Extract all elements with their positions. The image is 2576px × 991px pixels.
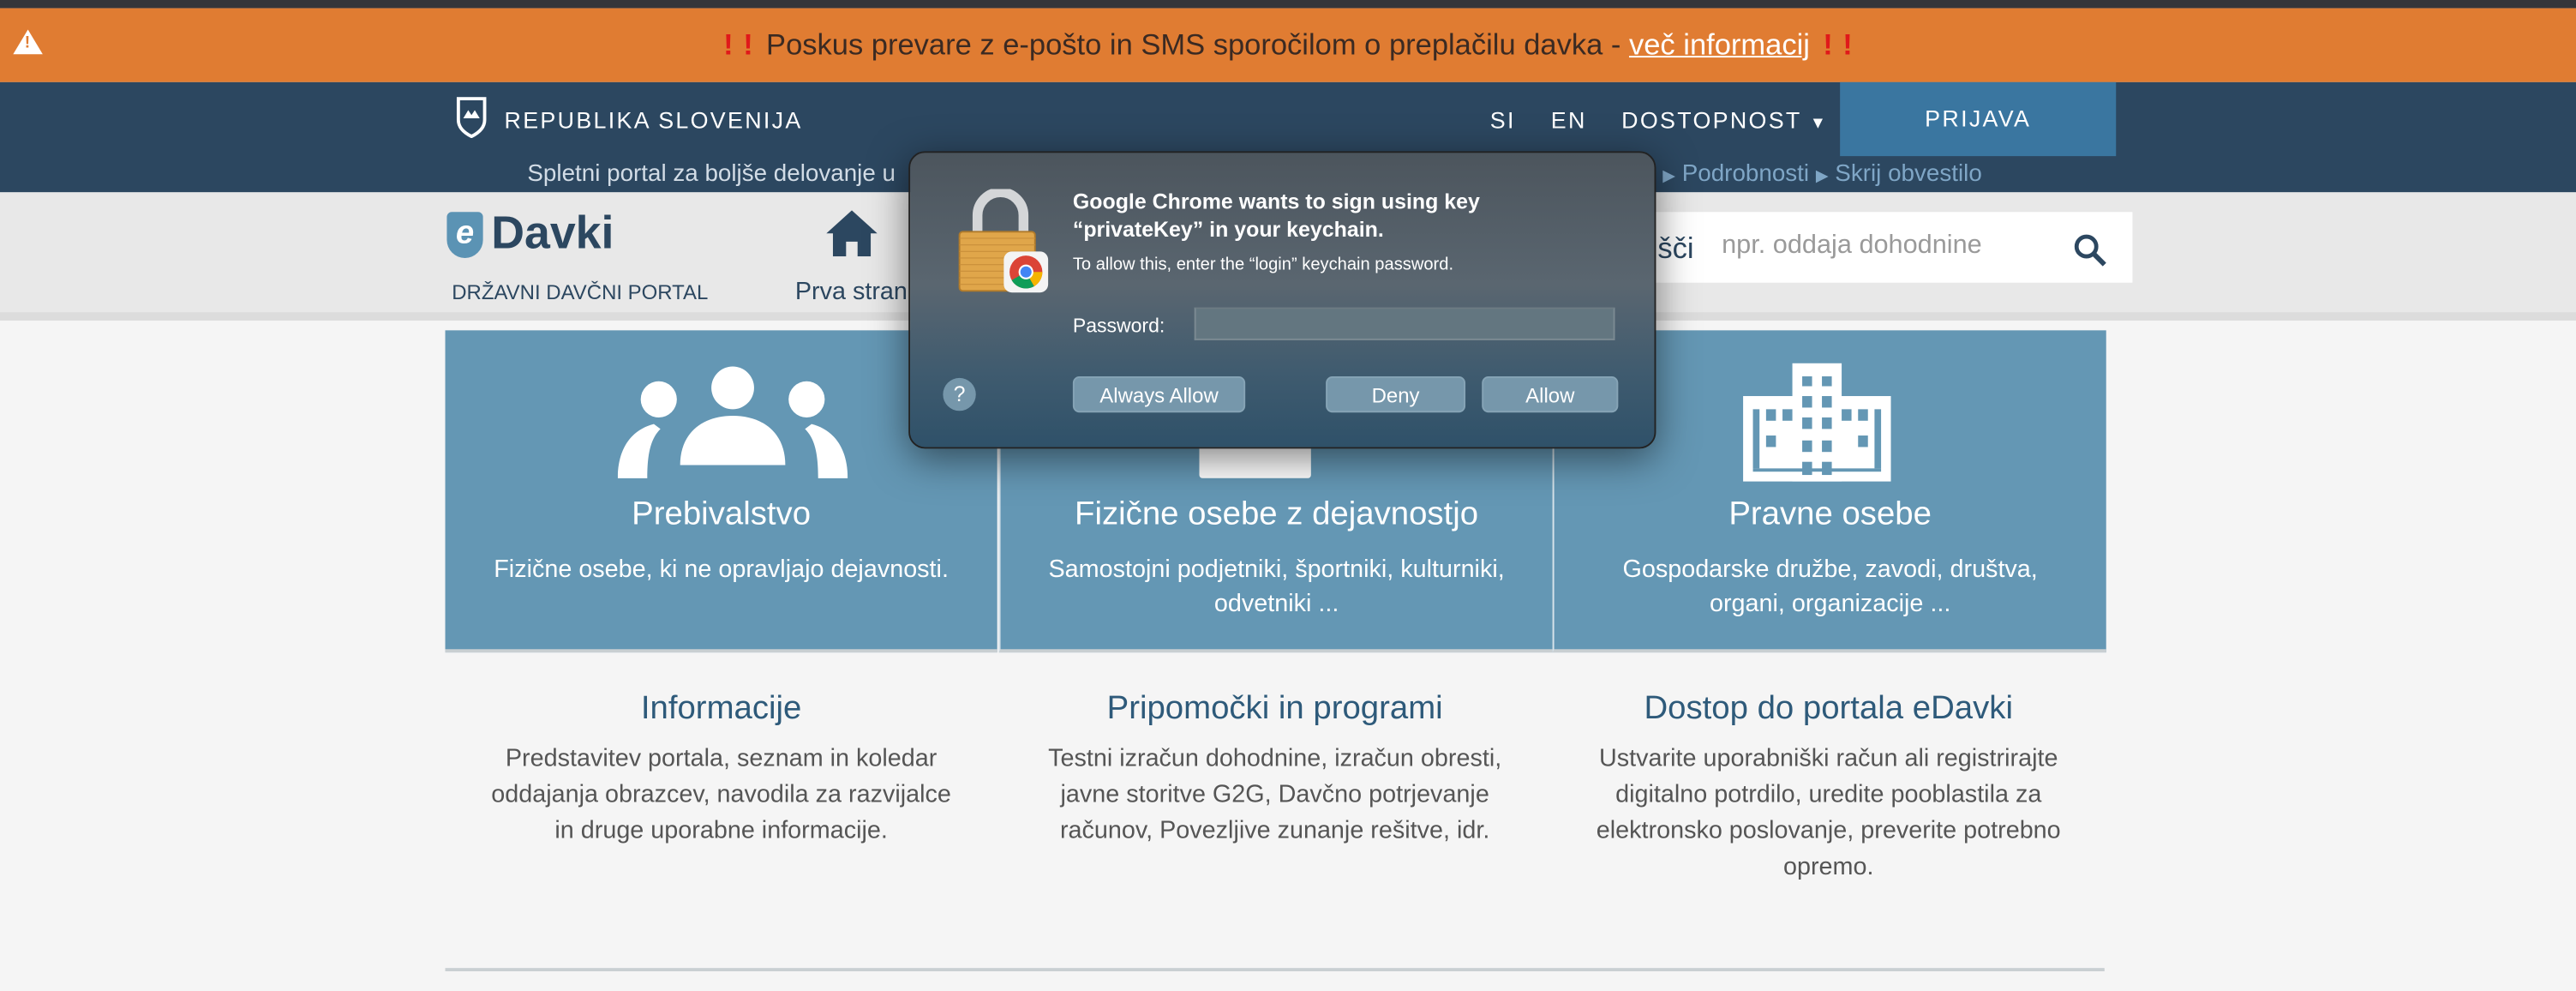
info-section-pripomocki[interactable]: Pripomočki in programi Testni izračun do… [999,690,1551,850]
exclamation-icon: ! [1823,27,1833,61]
home-icon[interactable] [826,210,878,257]
always-allow-button[interactable]: Always Allow [1072,376,1246,413]
password-label: Password: [1072,314,1165,338]
info-section-dostop[interactable]: Dostop do portala eDavki Ustvarite upora… [1553,690,2105,886]
allow-button[interactable]: Allow [1482,376,1619,413]
warning-banner: ! !! Poskus prevare z e-pošto in SMS spo… [0,8,2576,82]
edavki-logo[interactable]: Davki [491,207,614,260]
card-title: Pravne osebe [1728,496,1932,533]
language-si[interactable]: SI [1490,107,1516,134]
chevron-right-icon: ▶ [1662,167,1675,186]
details-link[interactable]: Podrobnosti [1682,161,1809,188]
search-icon[interactable] [2073,233,2106,267]
slovenia-coat-of-arms-icon [456,97,487,139]
banner-message: !! Poskus prevare z e-pošto in SMS sporo… [0,28,2576,63]
accessibility-label: DOSTOPNOST [1621,106,1802,134]
card-description: Samostojni podjetniki, športniki, kultur… [1048,555,1505,618]
info-description: Predstavitev portala, seznam in koledar … [491,744,951,845]
brand-name[interactable]: REPUBLIKA SLOVENIJA [505,107,803,134]
password-field[interactable] [1194,307,1615,340]
browser-top-strip [0,0,2576,9]
divider [445,968,2105,972]
search-input[interactable]: npr. oddaja dohodnine [1722,231,1982,261]
dialog-subtitle: To allow this, enter the “login” keychai… [1072,255,1454,275]
accessibility-menu[interactable]: DOSTOPNOST ▼ [1621,107,1828,134]
notice-text: Spletni portal za boljše delovanje u [527,160,896,188]
hide-notice-link[interactable]: Skrij obvestilo [1835,161,1981,188]
exclamation-icon: ! [743,27,753,61]
language-en[interactable]: EN [1551,107,1587,134]
dialog-title: Google Chrome wants to sign using key “p… [1072,189,1480,242]
search-box[interactable]: npr. oddaja dohodnine [1650,212,2133,283]
info-section-informacije[interactable]: Informacije Predstavitev portala, seznam… [446,690,997,850]
help-button[interactable]: ? [943,377,976,411]
edavki-logo-icon[interactable]: e [446,212,483,258]
exclamation-icon: ! [723,27,734,61]
info-description: Testni izračun dohodnine, izračun obrest… [1048,744,1502,845]
search-label: šči [1657,231,1694,265]
card-description: Gospodarske družbe, zavodi, društva, org… [1622,555,2038,618]
chevron-right-icon: ▶ [1815,167,1829,186]
home-link[interactable]: Prva stran [795,278,908,306]
login-button[interactable]: PRIJAVA [1840,81,2117,157]
lock-chrome-icon [958,189,1049,293]
page: ! !! Poskus prevare z e-pošto in SMS spo… [0,0,2576,991]
logo-subtitle: DRŽAVNI DAVČNI PORTAL [452,280,709,304]
deny-button[interactable]: Deny [1326,376,1466,413]
card-description: Fizične osebe, ki ne opravljajo dejavnos… [494,555,949,584]
keychain-dialog: Google Chrome wants to sign using key “p… [908,151,1656,449]
info-description: Ustvarite uporabniški račun ali registri… [1596,744,2061,881]
info-title[interactable]: Dostop do portala eDavki [1553,690,2105,728]
info-title[interactable]: Pripomočki in programi [999,690,1551,728]
notice-links: . ▶ Podrobnosti ▶ Skrij obvestilo [1650,161,1982,188]
banner-text: Poskus prevare z e-pošto in SMS sporočil… [766,27,1629,61]
card-title: Prebivalstvo [632,496,812,533]
card-title: Fizične osebe z dejavnostjo [1075,496,1479,533]
building-icon [1743,363,1891,482]
people-icon [617,366,848,478]
info-title[interactable]: Informacije [446,690,997,728]
more-info-link[interactable]: več informacij [1629,28,1810,61]
caret-down-icon: ▼ [1809,115,1829,134]
exclamation-icon: ! [1842,27,1853,61]
